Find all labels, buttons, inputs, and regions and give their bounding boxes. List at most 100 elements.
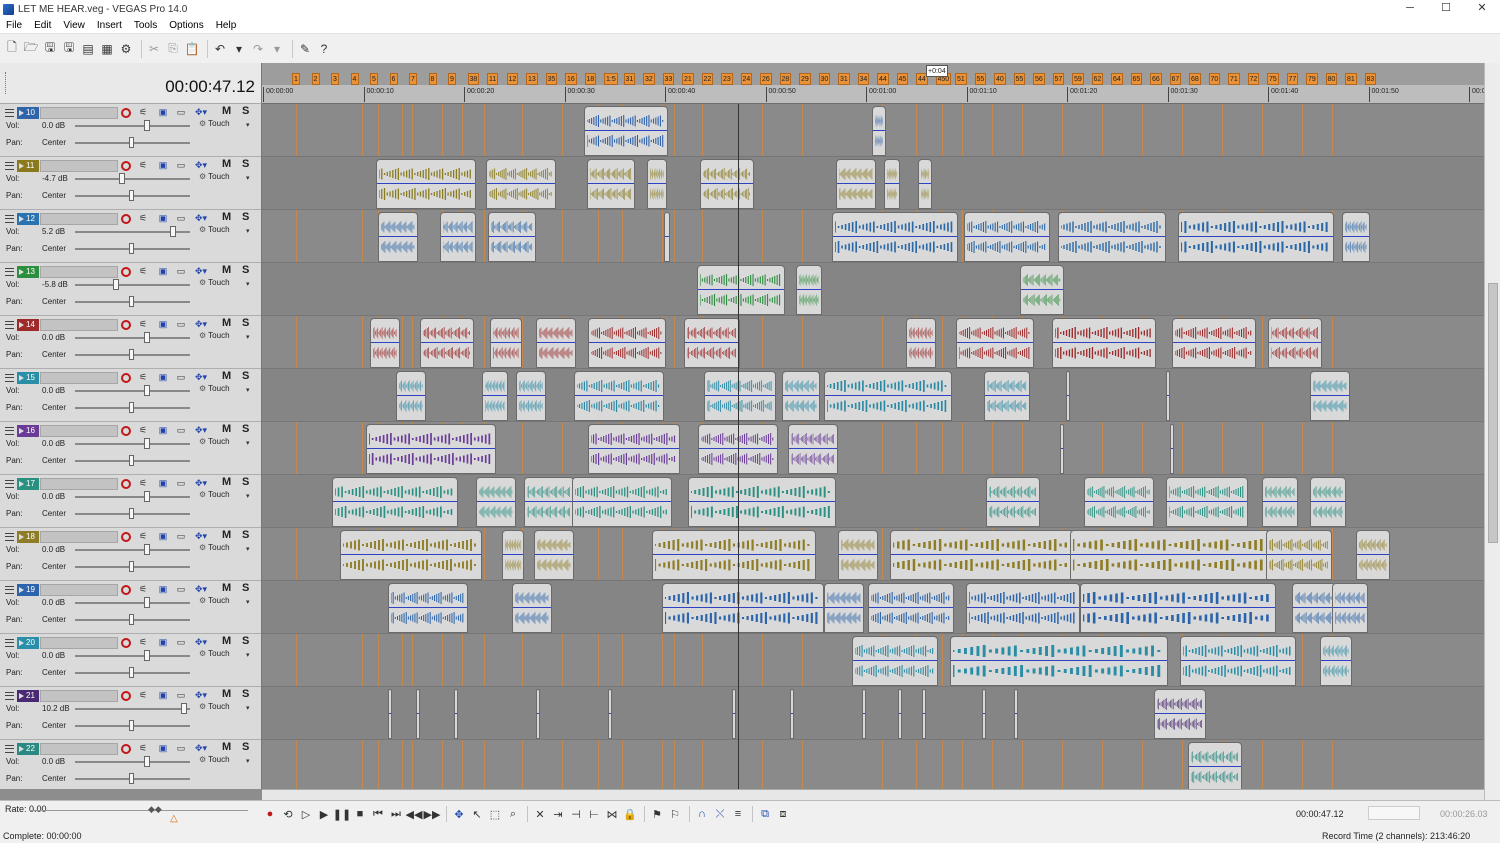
volume-slider[interactable] [75, 703, 190, 714]
volume-envelope[interactable] [487, 183, 555, 184]
render-as-icon[interactable]: ▤ [80, 41, 96, 57]
audio-event[interactable] [906, 318, 936, 368]
trim-icon[interactable]: ⇥ [550, 806, 566, 822]
menu-item-view[interactable]: View [57, 20, 91, 31]
prev-frame-icon[interactable]: ◀◀ [406, 806, 423, 822]
automation-mode-select[interactable]: Touch [199, 331, 229, 340]
volume-envelope[interactable] [377, 183, 475, 184]
track-expand-icon[interactable] [5, 533, 14, 541]
audio-event[interactable] [662, 583, 824, 633]
redo-dropdown-icon[interactable]: ▾ [269, 41, 285, 57]
pan-slider[interactable] [75, 190, 190, 201]
arm-record-icon[interactable] [121, 161, 131, 171]
track-motion-icon[interactable]: ▣ [157, 531, 169, 542]
volume-envelope[interactable] [985, 395, 1029, 396]
menu-item-tools[interactable]: Tools [128, 20, 163, 31]
playhead-cursor[interactable] [738, 104, 739, 789]
audio-event[interactable] [1154, 689, 1206, 739]
track-expand-icon[interactable] [5, 427, 14, 435]
volume-envelope[interactable] [421, 342, 473, 343]
automation-mode-select[interactable]: Touch [199, 649, 229, 658]
audio-event[interactable] [574, 371, 664, 421]
audio-event[interactable] [1178, 212, 1334, 262]
pan-slider-thumb[interactable] [129, 296, 134, 307]
arm-record-icon[interactable] [121, 744, 131, 754]
volume-envelope[interactable] [513, 607, 551, 608]
timeline-marker[interactable]: 1:5 [604, 73, 618, 85]
automation-mode-icon[interactable]: ✥▾ [195, 584, 207, 595]
audio-event[interactable] [1166, 477, 1248, 527]
volume-envelope[interactable] [489, 236, 535, 237]
pan-slider[interactable] [75, 773, 190, 784]
audio-event[interactable] [704, 371, 776, 421]
audio-event[interactable] [796, 265, 822, 315]
pan-slider-thumb[interactable] [129, 614, 134, 625]
arm-record-icon[interactable] [121, 267, 131, 277]
volume-envelope[interactable] [701, 183, 753, 184]
mute-button[interactable]: M [222, 529, 231, 541]
audio-event[interactable] [502, 530, 524, 580]
cut-icon[interactable]: ✂ [146, 41, 162, 57]
properties-icon[interactable]: ▦ [99, 41, 115, 57]
volume-envelope[interactable] [517, 395, 545, 396]
volume-envelope[interactable] [341, 554, 481, 555]
insert-marker-icon[interactable]: ⚑ [649, 806, 665, 822]
mute-button[interactable]: M [222, 582, 231, 594]
volume-envelope[interactable] [1293, 607, 1335, 608]
audio-event[interactable] [652, 530, 816, 580]
timeline-marker[interactable]: 59 [1072, 73, 1084, 85]
arm-record-icon[interactable] [121, 532, 131, 542]
timeline-marker[interactable]: 55 [974, 73, 987, 85]
auto-crossfade-icon[interactable]: ⤬ [712, 806, 728, 822]
volume-envelope[interactable] [379, 236, 417, 237]
volume-slider-thumb[interactable] [181, 703, 187, 714]
track-expand-icon[interactable] [5, 480, 14, 488]
timeline-ruler[interactable]: 1 2 3 4 5 6 7 8 9 38 11 12 13 35 16 18 1:5 31 32 33 21 22 23 24… [262, 63, 1486, 104]
audio-event[interactable] [420, 318, 474, 368]
mute-button[interactable]: M [222, 317, 231, 329]
volume-slider-thumb[interactable] [144, 544, 150, 555]
audio-event[interactable] [454, 689, 458, 739]
timeline-marker[interactable]: 4 [350, 73, 359, 85]
volume-slider[interactable] [75, 544, 190, 555]
audio-event[interactable] [1170, 424, 1174, 474]
mute-button[interactable]: M [222, 476, 231, 488]
audio-event[interactable] [684, 318, 740, 368]
track-fx-icon[interactable]: ⚟ [137, 690, 149, 701]
arm-record-icon[interactable] [121, 214, 131, 224]
audio-event[interactable] [416, 689, 420, 739]
timeline-marker[interactable]: 31 [838, 73, 850, 85]
pan-slider[interactable] [75, 137, 190, 148]
timeline-marker[interactable]: 55 [1013, 73, 1026, 85]
audio-event[interactable] [1084, 477, 1154, 527]
chevron-down-icon[interactable]: ▾ [246, 174, 250, 182]
volume-envelope[interactable] [537, 713, 539, 714]
audio-event[interactable] [1310, 371, 1350, 421]
timeline-marker[interactable]: 72 [1247, 73, 1260, 85]
audio-event[interactable] [1020, 265, 1064, 315]
pan-slider-thumb[interactable] [129, 667, 134, 678]
volume-envelope[interactable] [503, 554, 523, 555]
track-expand-icon[interactable] [5, 268, 14, 276]
automation-mode-icon[interactable]: ✥▾ [195, 425, 207, 436]
volume-envelope[interactable] [1311, 395, 1349, 396]
volume-envelope[interactable] [698, 289, 784, 290]
open-icon[interactable]: 🗁 [23, 40, 39, 57]
audio-event[interactable] [964, 212, 1050, 262]
volume-slider[interactable] [75, 597, 190, 608]
audio-event[interactable] [536, 689, 540, 739]
insert-region-icon[interactable]: ⚐ [667, 806, 683, 822]
volume-slider-thumb[interactable] [119, 173, 125, 184]
horizontal-scrollbar[interactable] [262, 789, 1484, 800]
audio-event[interactable] [476, 477, 516, 527]
volume-envelope[interactable] [389, 607, 467, 608]
volume-envelope[interactable] [1269, 342, 1321, 343]
timeline-marker[interactable]: 67 [1169, 73, 1182, 85]
volume-slider[interactable] [75, 120, 190, 131]
audio-event[interactable] [608, 689, 612, 739]
chevron-down-icon[interactable]: ▾ [246, 227, 250, 235]
volume-envelope[interactable] [825, 395, 951, 396]
volume-slider-thumb[interactable] [144, 385, 150, 396]
timeline-marker[interactable]: 80 [1325, 73, 1338, 85]
timeline-marker[interactable]: 68 [1189, 73, 1201, 85]
